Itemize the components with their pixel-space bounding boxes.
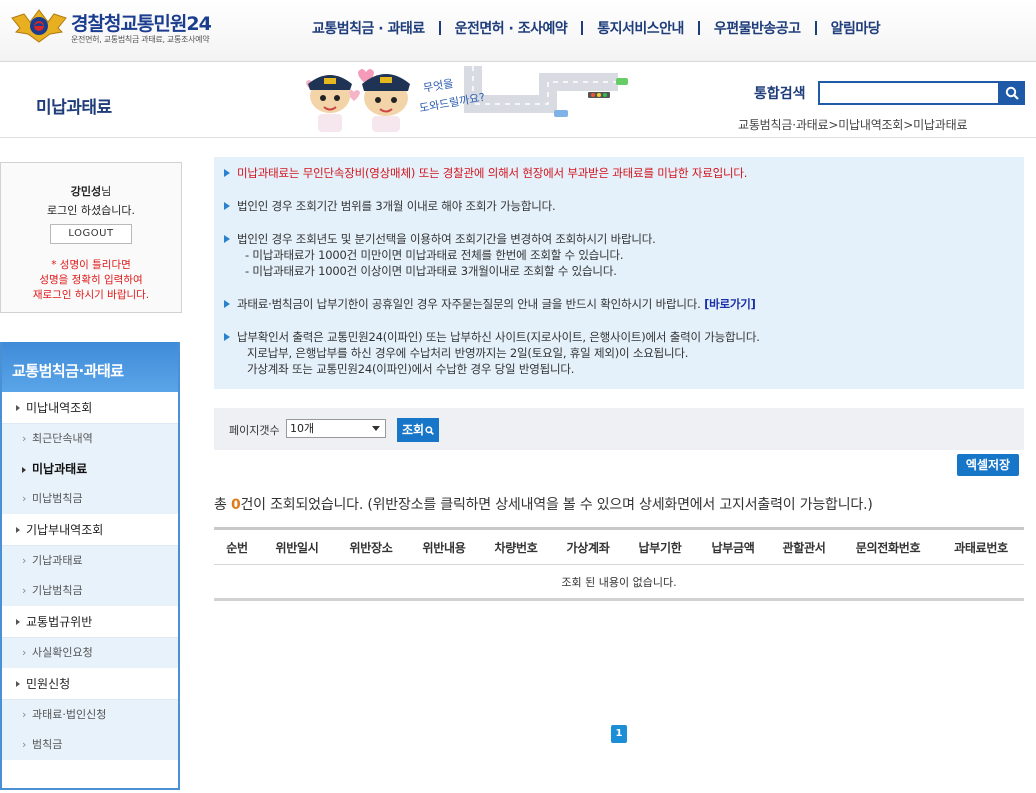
svg-text:무엇을: 무엇을 (422, 77, 454, 95)
side-menu: 교통범칙금·과태료 미납내역조회 최근단속내역 미납과태료 미납범칙금 기납부내… (0, 342, 180, 790)
login-message: 로그인 하셨습니다. (47, 204, 135, 217)
side-menu-paid-penalties[interactable]: 기납범칙금 (2, 576, 178, 606)
breadcrumb: 교통범칙금·과태료>미납내역조회>미납과태료 (738, 118, 968, 132)
gnb-item-announcements[interactable]: 알림마당 (817, 18, 895, 38)
column-header: 과태료번호 (954, 540, 1008, 555)
column-header: 위반장소 (349, 540, 393, 555)
side-menu-unpaid-fines[interactable]: 미납과태료 (2, 454, 178, 484)
notice-item: 법인인 경우 조회년도 및 분기선택을 이용하여 조회기간을 변경하여 조회하시… (224, 231, 1024, 279)
column-header: 차량번호 (494, 540, 538, 555)
search-input[interactable] (818, 81, 1000, 105)
sub-header: 미납과태료 무엇을 도와드릴까요? 통합검색 교통범칙금·과태료>미납내역조회>… (0, 62, 1036, 138)
page-size-select[interactable]: 10개 (286, 419, 386, 438)
site-logo[interactable]: 경찰청교통민원24 운전면허, 교통범칙금 과태료, 교통조사예약 (10, 6, 240, 46)
gnb-item-returned-mail[interactable]: 우편물반송공고 (700, 18, 815, 38)
gnb-item-notice-service[interactable]: 통지서비스안내 (583, 18, 698, 38)
side-menu-fact-check-request[interactable]: 사실확인요청 (2, 638, 178, 668)
side-menu-paid-inquiry[interactable]: 기납부내역조회 (2, 514, 178, 546)
page-size-label: 페이지갯수 (229, 424, 280, 437)
faq-link[interactable]: [바로가기] (704, 297, 756, 311)
side-menu-recent-violations[interactable]: 최근단속내역 (2, 424, 178, 454)
column-header: 순번 (226, 540, 248, 555)
side-menu-traffic-violation[interactable]: 교통법규위반 (2, 606, 178, 638)
logo-title: 경찰청교통민원24 (71, 13, 212, 35)
results-table: 순번 위반일시 위반장소 위반내용 차량번호 가상계좌 납부기한 납부금액 관할… (214, 527, 1024, 601)
notice-item: 법인인 경우 조회기간 범위를 3개월 이내로 해야 조회가 가능합니다. (224, 198, 1024, 214)
side-menu-unpaid-penalties[interactable]: 미납범칙금 (2, 484, 178, 514)
notice-item: 과태료·범칙금이 납부기한이 공휴일인 경우 자주묻는질문의 안내 글을 반드시… (224, 296, 1024, 312)
global-nav: 교통범칙금 · 과태료 운전면허 · 조사예약 통지서비스안내 우편물반송공고 … (298, 18, 894, 38)
table-header: 순번 위반일시 위반장소 위반내용 차량번호 가상계좌 납부기한 납부금액 관할… (214, 527, 1024, 565)
query-button[interactable]: 조회 (397, 418, 439, 442)
page-title: 미납과태료 (36, 98, 112, 118)
gnb-item-fines[interactable]: 교통범칙금 · 과태료 (298, 18, 439, 38)
search-icon (425, 426, 434, 435)
login-warning: * 성명이 틀리다면 성명을 정확히 입력하여 재로그인 하시기 바랍니다. (32, 259, 150, 301)
column-header: 납부기한 (638, 540, 682, 555)
login-panel: 강민성님 로그인 하셨습니다. LOGOUT * 성명이 틀리다면 성명을 정확… (0, 162, 182, 313)
search-icon (1005, 86, 1019, 100)
side-menu-penalty[interactable]: 범칙금 (2, 730, 178, 760)
search-filter-bar: 페이지갯수 10개 조회 (214, 408, 1024, 450)
column-header: 위반일시 (275, 540, 319, 555)
side-menu-civil-request[interactable]: 민원신청 (2, 668, 178, 700)
notice-item: 미납과태료는 무인단속장비(영상매체) 또는 경찰관에 의해서 현장에서 부과받… (224, 165, 1024, 181)
side-menu-fine-corporate-request[interactable]: 과태료·법인신청 (2, 700, 178, 730)
side-menu-paid-fines[interactable]: 기납과태료 (2, 546, 178, 576)
column-header: 위반내용 (422, 540, 466, 555)
column-header: 납부금액 (711, 540, 755, 555)
column-header: 관할관서 (782, 540, 826, 555)
notice-item: 납부확인서 출력은 교통민원24(이파인) 또는 납부하신 사이트(지로사이트,… (224, 329, 1024, 377)
column-header: 문의전화번호 (855, 540, 921, 555)
logout-button[interactable]: LOGOUT (50, 224, 132, 244)
logo-subtitle: 운전면허, 교통범칙금 과태료, 교통조사예약 (71, 35, 210, 44)
result-count-text: 총 0건이 조회되었습니다. (위반장소를 클릭하면 상세내역을 볼 수 있으며… (214, 497, 873, 513)
gnb-item-license[interactable]: 운전면허 · 조사예약 (441, 18, 582, 38)
side-menu-unpaid-inquiry[interactable]: 미납내역조회 (2, 392, 178, 424)
excel-save-button[interactable]: 엑셀저장 (957, 454, 1019, 476)
page-number-current[interactable]: 1 (611, 725, 627, 743)
notice-box: 미납과태료는 무인단속장비(영상매체) 또는 경찰관에 의해서 현장에서 부과받… (214, 157, 1024, 389)
search-label: 통합검색 (754, 86, 806, 102)
login-user-name: 강민성님 (70, 185, 112, 198)
column-header: 가상계좌 (566, 540, 610, 555)
side-menu-title: 교통범칙금·과태료 (2, 342, 178, 392)
police-mascot-illustration: 무엇을 도와드릴까요? (306, 66, 628, 132)
top-header: 경찰청교통민원24 운전면허, 교통범칙금 과태료, 교통조사예약 교통범칙금 … (0, 0, 1036, 62)
police-emblem-icon (11, 9, 67, 43)
search-button[interactable] (999, 81, 1025, 105)
empty-table-message: 조회 된 내용이 없습니다. (214, 565, 1024, 601)
